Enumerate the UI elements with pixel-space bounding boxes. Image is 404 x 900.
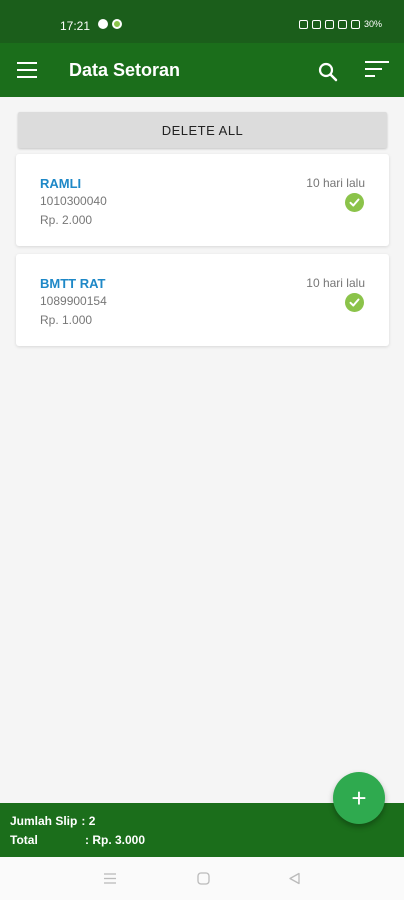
deposit-card[interactable]: RAMLI 1010300040 Rp. 2.000 10 hari lalu [16, 154, 389, 246]
signal-icon [350, 19, 360, 29]
total-row: Total : Rp. 3.000 [10, 833, 145, 847]
back-icon[interactable] [288, 872, 301, 890]
deposit-time: 10 hari lalu [306, 176, 365, 190]
deposit-name: RAMLI [40, 176, 82, 191]
deposit-name: BMTT RAT [40, 276, 106, 291]
add-button[interactable]: + [333, 772, 385, 824]
alarm-icon [298, 19, 308, 29]
check-circle-icon [345, 193, 364, 212]
status-bar: 17:21 30% [0, 0, 404, 43]
wifi-icon [337, 19, 347, 29]
deposit-time: 10 hari lalu [306, 276, 365, 290]
system-nav-bar [0, 857, 404, 900]
deposit-card[interactable]: BMTT RAT 1089900154 Rp. 1.000 10 hari la… [16, 254, 389, 346]
deposit-account: 1089900154 [40, 294, 107, 308]
notification-icons [98, 19, 122, 29]
total-label: Total [10, 833, 38, 847]
menu-icon[interactable] [17, 62, 37, 78]
deposit-amount: Rp. 2.000 [40, 213, 93, 227]
plus-icon: + [351, 782, 367, 813]
deposit-account: 1010300040 [40, 194, 107, 208]
search-icon[interactable] [317, 61, 339, 83]
recent-apps-icon[interactable] [103, 872, 117, 890]
slip-count-row: Jumlah Slip : 2 [10, 814, 95, 828]
deposit-amount: Rp. 1.000 [40, 313, 93, 327]
app-notification-icon [112, 19, 122, 29]
slip-count-label: Jumlah Slip [10, 814, 78, 828]
slip-count-value: : 2 [81, 814, 96, 828]
check-circle-icon [345, 293, 364, 312]
notification-icon [98, 19, 108, 29]
battery-level: 30% [363, 19, 382, 29]
app-bar: Data Setoran [0, 43, 404, 97]
total-value: : Rp. 3.000 [85, 833, 146, 847]
delete-all-button[interactable]: DELETE ALL [18, 112, 387, 148]
data-speed-icon [324, 19, 334, 29]
page-title: Data Setoran [69, 60, 181, 80]
status-time: 17:21 [60, 19, 91, 33]
home-icon[interactable] [197, 872, 210, 890]
status-right-icons: 30% [298, 19, 382, 29]
location-icon [311, 19, 321, 29]
sort-icon[interactable] [365, 61, 389, 79]
